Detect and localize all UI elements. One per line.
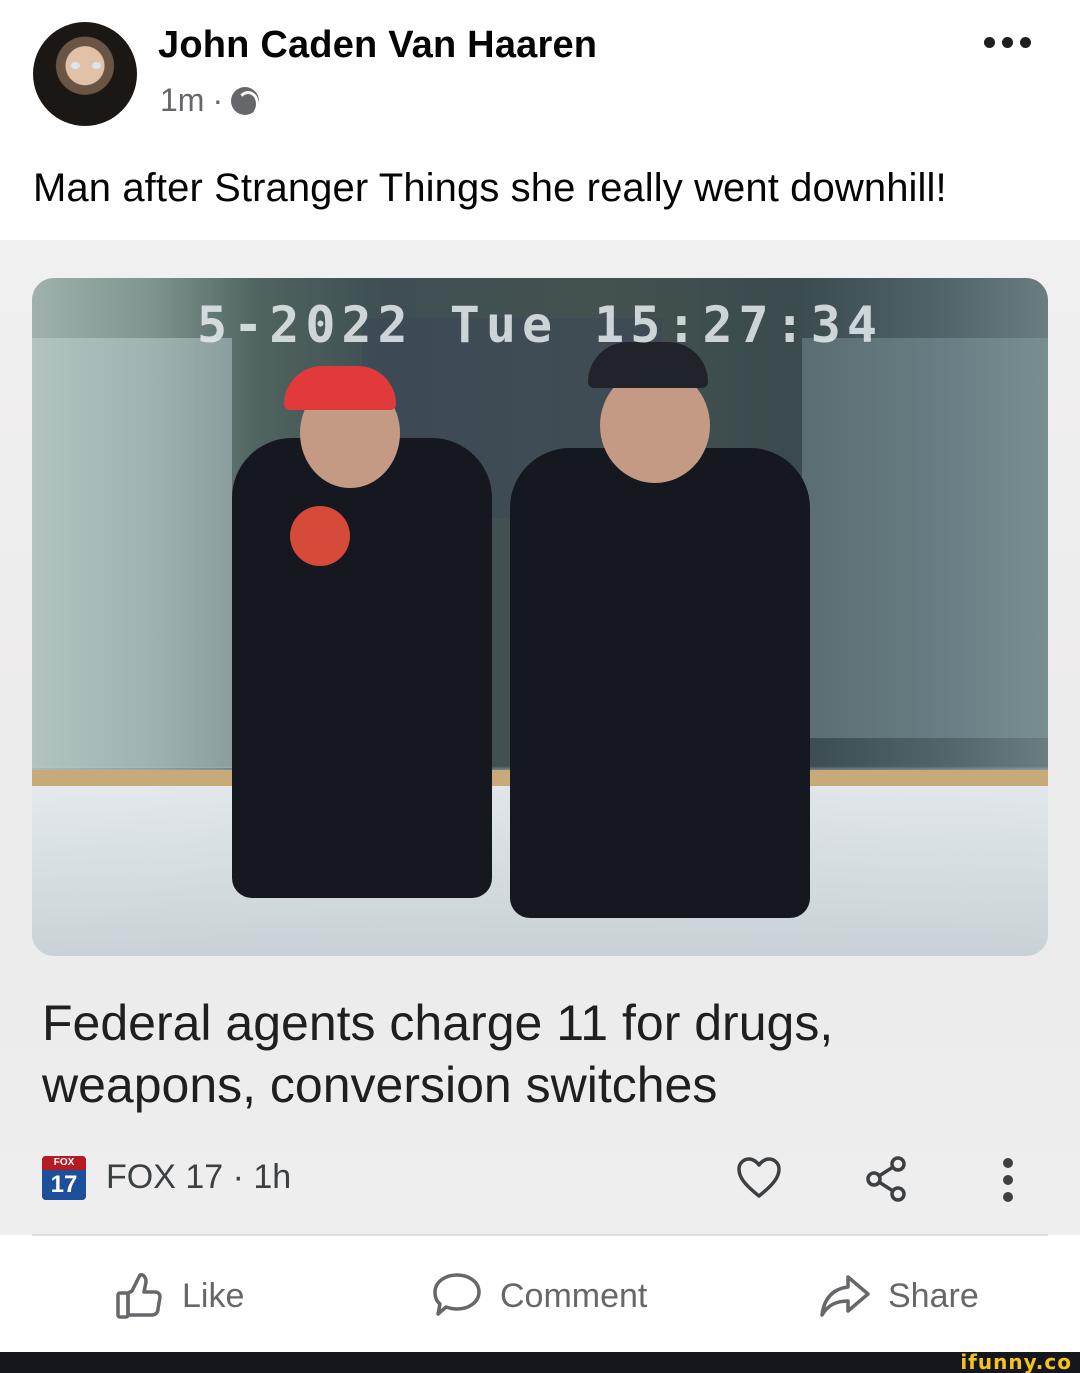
- footer-bar: ifunny.co: [0, 1352, 1080, 1373]
- article-headline[interactable]: Federal agents charge 11 for drugs, weap…: [42, 992, 942, 1116]
- comment-bubble-icon: [433, 1273, 481, 1316]
- globe-icon: [231, 86, 260, 117]
- more-options-icon[interactable]: [984, 30, 1044, 54]
- post-meta: 1m ·: [160, 82, 260, 119]
- divider: [32, 1234, 1048, 1236]
- share-button[interactable]: Share: [818, 1268, 979, 1324]
- thumbs-up-icon: [116, 1273, 162, 1319]
- fox-logo-number: 17: [42, 1170, 86, 1200]
- fox-logo-text: FOX: [42, 1156, 86, 1170]
- comment-label: Comment: [500, 1276, 648, 1315]
- more-vertical-icon[interactable]: [1002, 1158, 1014, 1202]
- like-button[interactable]: Like: [112, 1268, 244, 1324]
- post-time[interactable]: 1m: [160, 82, 204, 119]
- source-label: FOX 17 · 1h: [106, 1158, 292, 1196]
- comment-button[interactable]: Comment: [430, 1268, 647, 1324]
- ifunny-watermark: ifunny.co: [960, 1350, 1072, 1373]
- avatar[interactable]: [33, 22, 137, 126]
- meta-separator: ·: [212, 82, 224, 118]
- post-header: John Caden Van Haaren 1m ·: [0, 0, 1080, 140]
- share-label: Share: [888, 1276, 979, 1315]
- fox17-logo: FOX 17: [42, 1156, 86, 1200]
- heart-icon[interactable]: [736, 1156, 782, 1200]
- cctv-image[interactable]: 5-2022 Tue 15:27:34: [32, 278, 1048, 956]
- shared-link-card[interactable]: 5-2022 Tue 15:27:34 Federal agents charg…: [0, 240, 1080, 1235]
- post-text: Man after Stranger Things she really wen…: [33, 166, 947, 210]
- action-bar: Like Comment Share: [0, 1240, 1080, 1350]
- share-nodes-icon[interactable]: [862, 1154, 912, 1204]
- cctv-timestamp: 5-2022 Tue 15:27:34: [197, 296, 883, 354]
- author-name[interactable]: John Caden Van Haaren: [158, 24, 597, 67]
- share-arrow-icon: [820, 1275, 870, 1317]
- source-row: FOX 17 FOX 17 · 1h: [42, 1154, 1042, 1204]
- like-label: Like: [182, 1276, 245, 1315]
